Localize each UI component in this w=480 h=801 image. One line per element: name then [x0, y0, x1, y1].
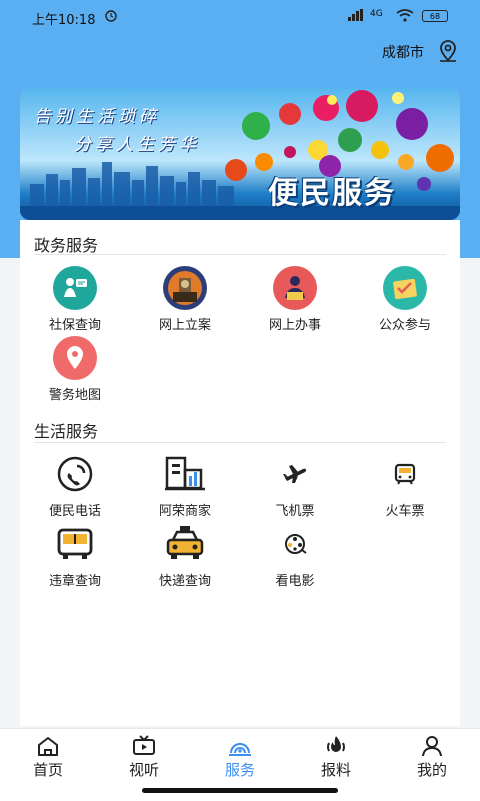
tab-label: 服务 — [224, 761, 255, 779]
tab-label: 首页 — [32, 761, 63, 779]
life-item-label: 阿荣商家 — [158, 504, 211, 519]
tab-report[interactable]: 报料 — [288, 729, 384, 789]
services-card: 政务服务 社保查询 网上立案 网上办事 公众参与 警务地图 生活服务 便民电话 … — [20, 220, 460, 726]
fire-icon — [327, 736, 345, 752]
gov-item-label: 网上办事 — [268, 318, 321, 333]
life-item-label: 快递查询 — [158, 574, 211, 589]
tab-home[interactable]: 首页 — [0, 729, 96, 789]
public-participation-icon — [383, 266, 427, 310]
gov-item-label: 网上立案 — [158, 318, 211, 333]
life-item-phone[interactable]: 便民电话 — [20, 452, 130, 522]
police-map-icon — [53, 336, 97, 380]
status-bar: 上午10:18 4G 68 — [0, 0, 480, 34]
life-item-label: 看电影 — [275, 574, 315, 589]
life-item-label: 火车票 — [385, 504, 425, 519]
user-icon — [422, 736, 442, 757]
wifi-icon — [396, 9, 414, 22]
social-security-icon — [53, 266, 97, 310]
banner-title: 便民服务 — [268, 176, 396, 211]
bus-icon — [57, 528, 93, 559]
life-item-label: 飞机票 — [275, 504, 315, 519]
city-label[interactable]: 成都市 — [382, 42, 424, 62]
status-time: 上午10:18 — [32, 13, 96, 28]
gov-item-online-filing[interactable]: 网上立案 — [130, 266, 240, 336]
banner-slogan-1: 告别生活琐碎 — [34, 107, 160, 127]
life-item-airplane[interactable]: 飞机票 — [240, 452, 350, 522]
tab-label: 视听 — [128, 761, 159, 779]
life-item-violation[interactable]: 违章查询 — [20, 522, 130, 592]
life-item-label: 违章查询 — [48, 574, 101, 589]
court-icon — [163, 266, 207, 310]
gov-item-public-participation[interactable]: 公众参与 — [350, 266, 460, 336]
tab-service[interactable]: 服务 — [192, 729, 288, 789]
gov-section-title: 政务服务 — [34, 236, 99, 255]
signal-icon — [348, 9, 363, 21]
tab-mine[interactable]: 我的 — [384, 729, 480, 789]
alarm-icon — [105, 10, 117, 22]
life-item-movie[interactable]: 看电影 — [240, 522, 350, 592]
gov-item-online-service[interactable]: 网上办事 — [240, 266, 350, 336]
home-icon — [38, 737, 58, 756]
life-item-merchant[interactable]: 阿荣商家 — [130, 452, 240, 522]
tab-label: 我的 — [416, 761, 447, 779]
train-icon — [394, 463, 416, 485]
home-indicator[interactable] — [142, 788, 338, 793]
location-pin-icon[interactable] — [436, 39, 460, 63]
gov-item-label: 社保查询 — [48, 318, 101, 333]
divider — [34, 254, 446, 255]
divider — [34, 442, 446, 443]
gov-item-label: 警务地图 — [48, 388, 101, 403]
banner-slogan-2: 分享人生芳华 — [74, 135, 200, 155]
phone-icon — [57, 456, 93, 492]
gov-item-social-security[interactable]: 社保查询 — [20, 266, 130, 336]
online-service-icon — [273, 266, 317, 310]
tab-media[interactable]: 视听 — [96, 729, 192, 789]
gov-item-label: 公众参与 — [378, 318, 431, 333]
tab-label: 报料 — [320, 761, 351, 779]
tv-icon — [133, 735, 155, 755]
life-item-express[interactable]: 快递查询 — [130, 522, 240, 592]
airplane-icon — [283, 465, 306, 483]
life-item-train[interactable]: 火车票 — [350, 452, 460, 522]
life-item-label: 便民电话 — [48, 504, 101, 519]
gov-item-police-map[interactable]: 警务地图 — [20, 336, 130, 406]
battery-icon: 68 — [422, 10, 448, 22]
merchant-icon — [165, 456, 205, 491]
film-reel-icon — [285, 534, 307, 554]
network-type: 4G — [370, 9, 383, 19]
taxi-icon — [166, 526, 204, 559]
life-section-title: 生活服务 — [34, 422, 99, 441]
service-icon — [229, 743, 251, 756]
banner[interactable]: 告别生活琐碎 分享人生芳华 便民服务 — [20, 88, 460, 220]
